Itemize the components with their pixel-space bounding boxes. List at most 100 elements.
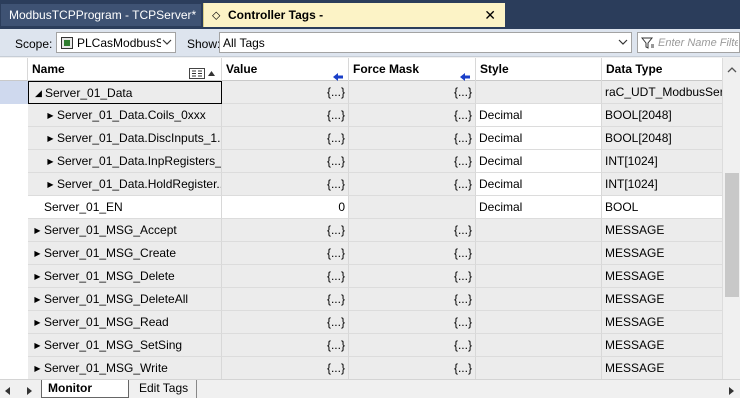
arrow-left-icon[interactable] <box>460 66 470 81</box>
style-cell[interactable] <box>476 357 602 379</box>
value-cell[interactable]: {...} <box>222 288 349 311</box>
data-type-cell[interactable]: BOOL[2048] <box>602 104 722 127</box>
sort-icon[interactable] <box>189 64 217 79</box>
filter-icon[interactable] <box>640 36 655 50</box>
scrollbar-thumb[interactable] <box>725 173 739 297</box>
force-mask-cell[interactable]: {...} <box>349 150 476 173</box>
tab-controller-tags[interactable]: ⬦Controller Tags - PLCasModbusServer(con… <box>203 3 505 46</box>
arrow-left-icon[interactable] <box>333 66 343 81</box>
collapsed-icon[interactable]: ▶ <box>31 242 44 264</box>
collapsed-icon[interactable]: ▶ <box>31 334 44 356</box>
tag-name-cell[interactable]: ▶ Server_01_MSG_Write <box>28 357 222 379</box>
value-cell[interactable]: {...} <box>222 150 349 173</box>
force-mask-cell[interactable]: {...} <box>349 311 476 334</box>
table-row[interactable]: ▶ Server_01_Data.Coils_0xxx {...} {...} D… <box>0 104 722 127</box>
tag-name-cell[interactable]: ▶ Server_01_MSG_SetSing <box>28 334 222 357</box>
name-filter-box[interactable] <box>637 32 740 53</box>
data-type-cell[interactable]: INT[1024] <box>602 150 722 173</box>
data-type-cell[interactable]: MESSAGE <box>602 242 722 265</box>
tag-name-cell[interactable]: ▶ Server_01_Data.InpRegisters_... <box>28 150 222 173</box>
tab-edit-tags[interactable]: Edit Tags <box>133 380 197 398</box>
value-cell[interactable]: {...} <box>222 127 349 150</box>
tab-tcpserver[interactable]: ModbusTCPProgram - TCPServer* <box>1 4 201 26</box>
row-header[interactable] <box>0 173 28 196</box>
column-header-style[interactable]: Style <box>476 58 602 81</box>
style-cell[interactable] <box>476 311 602 334</box>
scroll-up-icon[interactable] <box>727 63 737 73</box>
force-mask-cell[interactable]: {...} <box>349 173 476 196</box>
collapsed-icon[interactable]: ▶ <box>31 219 44 241</box>
show-dropdown[interactable]: All Tags <box>219 32 632 53</box>
value-cell[interactable]: {...} <box>222 242 349 265</box>
style-cell[interactable] <box>476 242 602 265</box>
force-mask-cell[interactable]: {...} <box>349 81 476 104</box>
tag-name-cell[interactable]: ▶ Server_01_MSG_DeleteAll <box>28 288 222 311</box>
column-header-data-type[interactable]: Data Type <box>602 58 722 81</box>
row-header[interactable] <box>0 311 28 334</box>
style-cell[interactable] <box>476 288 602 311</box>
style-cell[interactable]: Decimal <box>476 196 602 219</box>
force-mask-cell[interactable]: {...} <box>349 242 476 265</box>
row-header[interactable] <box>0 127 28 150</box>
tag-name-cell[interactable]: ▶ Server_01_Data.Coils_0xxx <box>28 104 222 127</box>
table-row[interactable]: Server_01_EN 0 Decimal BOOL <box>0 196 722 219</box>
table-row[interactable]: ▶ Server_01_MSG_Read {...} {...} MESSAGE <box>0 311 722 334</box>
row-header[interactable] <box>0 81 28 104</box>
value-cell[interactable]: {...} <box>222 265 349 288</box>
vertical-scrollbar[interactable] <box>722 58 740 379</box>
data-type-cell[interactable]: BOOL[2048] <box>602 127 722 150</box>
row-header[interactable] <box>0 219 28 242</box>
tag-name-cell[interactable]: ▶ Server_01_MSG_Accept <box>28 219 222 242</box>
style-cell[interactable]: Decimal <box>476 173 602 196</box>
column-header-value[interactable]: Value <box>222 58 349 81</box>
tab-monitor-tags[interactable]: Monitor Tags <box>41 380 129 398</box>
data-type-cell[interactable]: MESSAGE <box>602 288 722 311</box>
table-row[interactable]: ▶ Server_01_Data.DiscInputs_1... {...} {.… <box>0 127 722 150</box>
data-type-cell[interactable]: MESSAGE <box>602 334 722 357</box>
value-cell[interactable]: 0 <box>222 196 349 219</box>
value-cell[interactable]: {...} <box>222 357 349 379</box>
style-cell[interactable] <box>476 81 602 104</box>
value-cell[interactable]: {...} <box>222 81 349 104</box>
tag-name-cell[interactable]: ▶ Server_01_MSG_Delete <box>28 265 222 288</box>
force-mask-cell[interactable]: {...} <box>349 334 476 357</box>
tag-name-cell[interactable]: ▶ Server_01_MSG_Create <box>28 242 222 265</box>
value-cell[interactable]: {...} <box>222 311 349 334</box>
style-cell[interactable] <box>476 265 602 288</box>
collapsed-icon[interactable]: ▶ <box>44 127 57 149</box>
scroll-left-icon[interactable] <box>4 385 12 395</box>
force-mask-cell[interactable]: {...} <box>349 288 476 311</box>
force-mask-cell[interactable]: {...} <box>349 104 476 127</box>
collapsed-icon[interactable]: ▶ <box>31 265 44 287</box>
table-row[interactable]: ▶ Server_01_MSG_SetSing {...} {...} MESSA… <box>0 334 722 357</box>
column-header-force-mask[interactable]: Force Mask <box>349 58 476 81</box>
scroll-right-icon[interactable] <box>727 385 735 395</box>
data-type-cell[interactable]: MESSAGE <box>602 265 722 288</box>
table-row[interactable]: ▶ Server_01_Data.HoldRegister... {...} {.… <box>0 173 722 196</box>
column-header-name[interactable]: Name <box>28 58 222 81</box>
force-mask-cell[interactable]: {...} <box>349 219 476 242</box>
collapsed-icon[interactable]: ▶ <box>44 173 57 195</box>
data-type-cell[interactable]: MESSAGE <box>602 311 722 334</box>
table-row[interactable]: ◢ Server_01_Data {...} {...} raC_UDT_Modb… <box>0 81 722 104</box>
force-mask-cell[interactable]: {...} <box>349 357 476 379</box>
value-cell[interactable]: {...} <box>222 334 349 357</box>
style-cell[interactable] <box>476 334 602 357</box>
row-header[interactable] <box>0 104 28 127</box>
table-row[interactable]: ▶ Server_01_MSG_Delete {...} {...} MESSAG… <box>0 265 722 288</box>
style-cell[interactable]: Decimal <box>476 127 602 150</box>
row-header[interactable] <box>0 242 28 265</box>
style-cell[interactable]: Decimal <box>476 150 602 173</box>
tag-name-cell[interactable]: ◢ Server_01_Data <box>28 81 222 104</box>
tag-name-cell[interactable]: ▶ Server_01_Data.DiscInputs_1... <box>28 127 222 150</box>
force-mask-cell[interactable]: {...} <box>349 127 476 150</box>
data-type-cell[interactable]: MESSAGE <box>602 357 722 379</box>
collapsed-icon[interactable]: ▶ <box>31 357 44 379</box>
expanded-icon[interactable]: ◢ <box>32 82 45 103</box>
row-header[interactable] <box>0 288 28 311</box>
style-cell[interactable] <box>476 219 602 242</box>
value-cell[interactable]: {...} <box>222 104 349 127</box>
data-type-cell[interactable]: INT[1024] <box>602 173 722 196</box>
tag-name-cell[interactable]: Server_01_EN <box>28 196 222 219</box>
table-row[interactable]: ▶ Server_01_MSG_Write {...} {...} MESSAGE <box>0 357 722 379</box>
